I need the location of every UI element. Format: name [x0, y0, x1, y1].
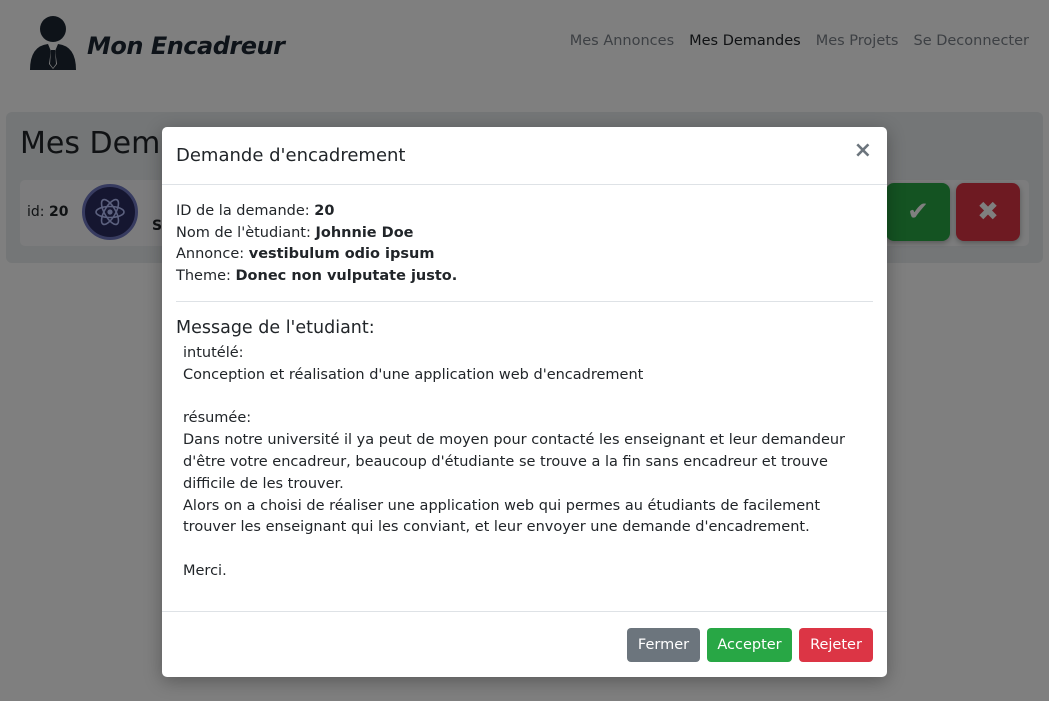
close-button[interactable]: Fermer [627, 628, 700, 662]
message-line: résumée: [183, 410, 252, 427]
reject-button[interactable]: Rejeter [799, 628, 873, 662]
modal-header: Demande d'encadrement × [162, 127, 887, 185]
message-line [183, 387, 866, 409]
modal-body: ID de la demande: 20 Nom de l'ètudiant: … [176, 201, 873, 583]
field-theme: Theme: Donec non vulputate justo. [176, 267, 458, 284]
divider [176, 301, 873, 302]
message-line: intutélé: [183, 345, 244, 361]
message-line [183, 539, 866, 561]
close-icon[interactable]: × [854, 140, 872, 162]
message-line: Dans notre université il ya peut de moye… [183, 432, 846, 492]
modal-footer: Fermer Accepter Rejeter [162, 611, 887, 677]
message-line: Merci. [183, 562, 227, 579]
field-request-id: ID de la demande: 20 [176, 203, 335, 219]
message-body: intutélé: Conception et réalisation d'un… [176, 343, 866, 583]
message-line: Conception et réalisation d'une applicat… [183, 366, 644, 383]
modal-title: Demande d'encadrement [176, 145, 406, 166]
field-student-name: Nom de l'ètudiant: Johnnie Doe [176, 224, 414, 241]
field-annonce: Annonce: vestibulum odio ipsum [176, 246, 435, 262]
message-line: Alors on a choisi de réaliser une applic… [183, 497, 821, 536]
message-title: Message de l'etudiant: [176, 318, 375, 338]
accept-button[interactable]: Accepter [707, 628, 792, 662]
request-modal: Demande d'encadrement × ID de la demande… [162, 127, 887, 677]
